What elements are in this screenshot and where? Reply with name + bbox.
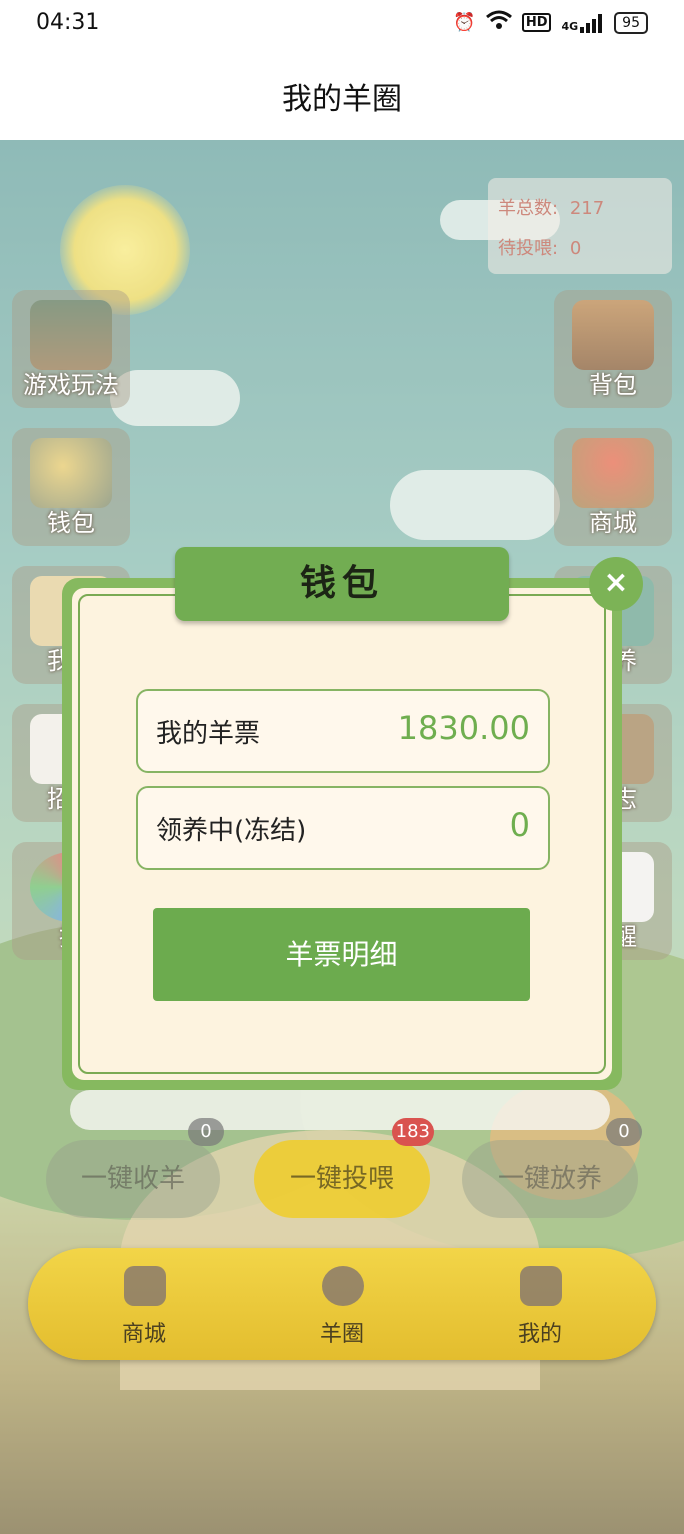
collect-all-button[interactable]: 一键收羊 0 <box>46 1118 224 1218</box>
release-all-badge: 0 <box>606 1118 642 1146</box>
collect-all-label: 一键收羊 <box>80 1164 185 1194</box>
frozen-balance-row: 领养中(冻结) 0 <box>136 786 550 870</box>
ticket-balance-label: 我的羊票 <box>156 719 261 749</box>
bottom-tab-bar: 商城 羊圈 我的 <box>28 1248 656 1360</box>
page-title: 我的羊圈 <box>282 82 402 117</box>
ticket-balance-row: 我的羊票 1830.00 <box>136 689 550 773</box>
ticket-detail-button[interactable]: 羊票明细 <box>153 908 530 1001</box>
close-icon[interactable]: × <box>589 557 643 611</box>
profile-icon <box>520 1266 562 1306</box>
wifi-icon <box>485 10 512 35</box>
collect-all-badge: 0 <box>188 1118 224 1146</box>
tab-mine[interactable]: 我的 <box>440 1248 640 1360</box>
feed-all-badge: 183 <box>391 1118 434 1146</box>
feed-all-label: 一键投喂 <box>289 1164 394 1194</box>
signal-icon: 4G <box>561 13 604 33</box>
nav-bar: 我的羊圈 <box>0 48 684 140</box>
battery-icon: 95 <box>614 11 648 34</box>
network-type: 4G <box>561 19 579 33</box>
feed-all-button[interactable]: 一键投喂 183 <box>254 1118 434 1218</box>
alarm-icon: ⏰ <box>453 12 476 33</box>
frozen-balance-label: 领养中(冻结) <box>156 816 307 846</box>
sheepfold-icon <box>322 1266 364 1306</box>
ticket-balance-value: 1830.00 <box>397 709 530 747</box>
tab-label: 我的 <box>517 1322 562 1347</box>
hd-icon: HD <box>521 13 552 32</box>
tab-label: 商城 <box>121 1322 166 1347</box>
status-bar: 04:31 ⏰ HD 4G 95 <box>0 0 684 48</box>
frozen-balance-value: 0 <box>509 806 530 844</box>
release-all-button[interactable]: 一键放养 0 <box>462 1118 642 1218</box>
status-icons: ⏰ HD 4G 95 <box>453 10 648 35</box>
wallet-dialog-title: 钱包 <box>175 547 509 621</box>
status-time: 04:31 <box>36 10 100 35</box>
tab-label: 羊圈 <box>319 1322 364 1347</box>
release-all-label: 一键放养 <box>497 1164 602 1194</box>
tab-sheepfold[interactable]: 羊圈 <box>242 1248 442 1360</box>
tab-shop[interactable]: 商城 <box>44 1248 244 1360</box>
shop-icon <box>124 1266 166 1306</box>
